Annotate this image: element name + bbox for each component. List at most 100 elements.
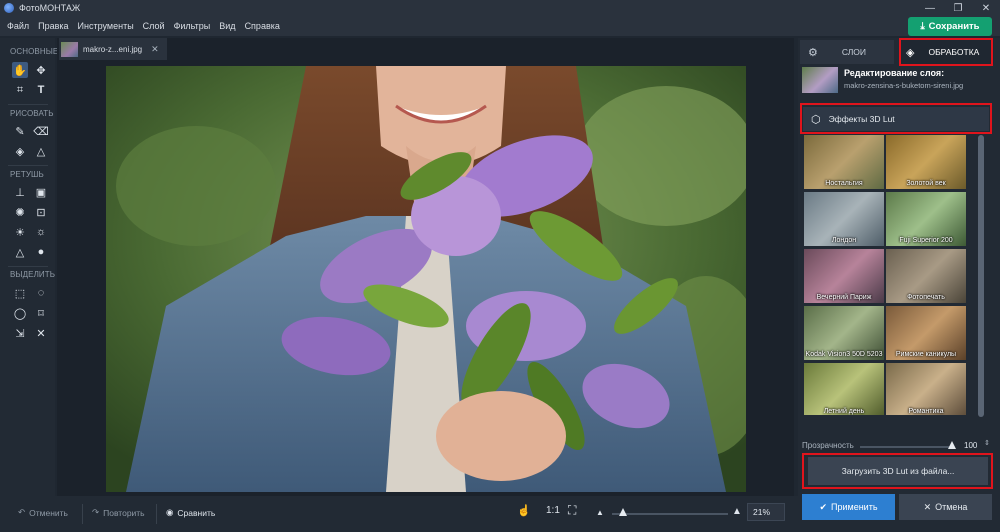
close-tab-icon[interactable]: ✕ — [151, 44, 159, 55]
menu-view[interactable]: Вид — [219, 21, 235, 31]
canvas-area — [57, 60, 794, 496]
preset-tile[interactable]: Фотопечать — [886, 249, 966, 303]
zoom-out-icon[interactable]: ▲ — [596, 508, 604, 517]
zoom-slider-handle[interactable] — [619, 508, 627, 516]
sliders-icon: ⚙ — [808, 46, 818, 59]
redo-button[interactable]: ↷ Повторить — [92, 507, 145, 518]
menu-filters[interactable]: Фильтры — [174, 21, 211, 31]
compare-label: Сравнить — [177, 507, 216, 518]
preset-label: Золотой век — [906, 180, 946, 187]
opacity-value: 100 — [964, 441, 978, 450]
preset-tile[interactable]: Золотой век — [886, 135, 966, 189]
photo-canvas[interactable] — [106, 66, 746, 492]
divider — [82, 504, 83, 524]
preset-tile[interactable]: Лондон — [804, 192, 884, 246]
polygon-lasso-icon[interactable]: ⌑ — [33, 305, 49, 321]
blur-tool-icon[interactable]: ● — [33, 244, 49, 260]
undo-button[interactable]: ↶ Отменить — [18, 507, 68, 518]
scrollbar-thumb[interactable] — [978, 135, 984, 417]
zoom-value[interactable]: 21% — [747, 503, 785, 521]
frame-tool-icon[interactable]: ⊡ — [33, 204, 49, 220]
lasso-tool-icon[interactable]: ◯ — [12, 305, 28, 321]
magic-select-icon[interactable]: ⇲ — [12, 325, 28, 341]
compare-button[interactable]: ◉ Сравнить — [166, 507, 215, 518]
menu-edit[interactable]: Правка — [38, 21, 68, 31]
minimize-icon[interactable]: — — [916, 0, 944, 16]
preset-tile[interactable]: Романтика — [886, 363, 966, 415]
rect-select-icon[interactable]: ⬚ — [12, 285, 28, 301]
brush-tool-icon[interactable]: ✎ — [12, 123, 28, 139]
fill-tool-icon[interactable]: ◈ — [12, 143, 28, 159]
highlight-load-button — [802, 453, 993, 489]
close-icon[interactable]: ✕ — [972, 0, 1000, 16]
move-tool-icon[interactable]: ✥ — [33, 62, 49, 78]
zoom-slider[interactable] — [612, 513, 728, 515]
preset-label: Лондон — [831, 237, 857, 244]
menu-layer[interactable]: Слой — [143, 21, 165, 31]
preset-tile[interactable]: Kodak Vision3 50D 5203 — [804, 306, 884, 360]
preset-label: Римские каникулы — [895, 351, 957, 358]
preset-label: Романтика — [908, 408, 944, 415]
preset-label: Ностальгия — [825, 180, 863, 187]
patch-tool-icon[interactable]: ▣ — [33, 184, 49, 200]
apply-button[interactable]: ✔ Применить — [802, 494, 895, 520]
presets-scrollbar[interactable] — [978, 135, 984, 417]
dodge-tool-icon[interactable]: ☼ — [33, 224, 49, 240]
divider — [8, 104, 48, 105]
restore-icon[interactable]: ❐ — [944, 0, 972, 16]
section-retouch: РЕТУШЬ — [10, 170, 44, 179]
preset-label: Вечерний Париж — [816, 294, 872, 301]
layer-info: Редактирование слоя: makro-zensina-s-buk… — [802, 67, 996, 97]
magic-wand-icon[interactable]: ✕ — [33, 325, 49, 341]
menu-help[interactable]: Справка — [245, 21, 280, 31]
preset-tile[interactable]: Ностальгия — [804, 135, 884, 189]
menu-file[interactable]: Файл — [7, 21, 29, 31]
document-tab[interactable]: makro-z...eni.jpg ✕ — [59, 38, 167, 60]
ellipse-select-icon[interactable]: ◌ — [33, 285, 49, 301]
eraser-tool-icon[interactable]: ⌫ — [33, 123, 49, 139]
healing-tool-icon[interactable]: ✺ — [12, 204, 28, 220]
crop-tool-icon[interactable]: ⌗ — [12, 82, 28, 98]
document-name: makro-z...eni.jpg — [83, 44, 143, 54]
apply-label: Применить — [831, 502, 878, 512]
brightness-tool-icon[interactable]: ☀ — [12, 224, 28, 240]
hand-tool-icon[interactable]: ✋ — [12, 62, 28, 78]
preset-tile[interactable]: Летний день — [804, 363, 884, 415]
stepper-icon[interactable]: ⇕ — [984, 439, 990, 447]
redo-icon: ↷ — [92, 507, 100, 517]
lut-preset-grid: Ностальгия Золотой век Лондон Fuji Super… — [804, 135, 972, 415]
section-select: ВЫДЕЛИТЬ — [10, 270, 56, 279]
hand-zoom-icon[interactable]: ☝ — [517, 504, 531, 517]
preset-label: Фотопечать — [907, 294, 945, 301]
stamp-tool-icon[interactable]: ⊥ — [12, 184, 28, 200]
save-button[interactable]: ⤓ Сохранить — [908, 17, 992, 36]
zoom-in-icon[interactable]: ▲ — [732, 506, 742, 517]
app-logo-icon — [4, 3, 14, 13]
bottom-toolbar: ↶ Отменить ↷ Повторить ◉ Сравнить ☝ 1:1 … — [0, 496, 798, 532]
menu-bar: Файл Правка Инструменты Слой Фильтры Вид… — [0, 16, 1000, 36]
tool-sidebar: ОСНОВНЫЕ ✋ ✥ ⌗ T РИСОВАТЬ ✎ ⌫ ◈ △ РЕТУШЬ… — [0, 38, 59, 532]
preset-label: Летний день — [823, 408, 865, 415]
fit-screen-icon[interactable]: ⛶ — [568, 503, 576, 518]
title-bar: ФотоМОНТАЖ — ❐ ✕ — [0, 0, 1000, 16]
actual-size-button[interactable]: 1:1 — [546, 505, 560, 516]
preset-tile[interactable]: Вечерний Париж — [804, 249, 884, 303]
section-basic: ОСНОВНЫЕ — [10, 47, 59, 56]
divider — [8, 165, 48, 166]
preset-label: Fuji Superior 200 — [899, 237, 953, 244]
sharpen-tool-icon[interactable]: △ — [12, 244, 28, 260]
save-label: Сохранить — [928, 21, 980, 32]
highlight-processing-tab — [899, 38, 993, 66]
text-tool-icon[interactable]: T — [33, 82, 49, 98]
section-draw: РИСОВАТЬ — [10, 109, 54, 118]
redo-label: Повторить — [103, 507, 145, 518]
preset-tile[interactable]: Римские каникулы — [886, 306, 966, 360]
cancel-button[interactable]: ✕ Отмена — [899, 494, 992, 520]
check-icon: ✔ — [819, 501, 828, 512]
menu-tools[interactable]: Инструменты — [78, 21, 134, 31]
preset-tile[interactable]: Fuji Superior 200 — [886, 192, 966, 246]
opacity-slider-handle[interactable] — [948, 441, 956, 449]
shapes-tool-icon[interactable]: △ — [33, 143, 49, 159]
tab-layers[interactable]: ⚙ СЛОИ — [800, 40, 894, 64]
opacity-slider[interactable] — [860, 446, 954, 448]
